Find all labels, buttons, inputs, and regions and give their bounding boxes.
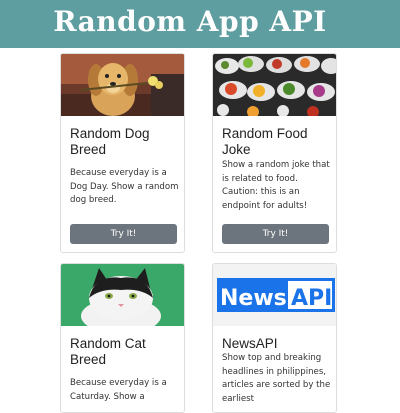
- card-title: NewsAPI: [222, 336, 278, 351]
- app-title: Random App API: [53, 5, 327, 38]
- card-description: Show top and breaking headlines in phili…: [222, 353, 331, 404]
- newsapi-logo-image: News API: [213, 264, 336, 326]
- card-random-dog: Random Dog Breed Because everyday is a D…: [60, 53, 185, 253]
- try-it-button[interactable]: Try It!: [222, 224, 329, 244]
- food-photo-image: [213, 54, 336, 116]
- dog-photo-image: [61, 54, 184, 116]
- card-title: Random Cat Breed: [70, 336, 146, 367]
- card-title: Random Dog Breed: [70, 126, 150, 157]
- card-random-cat: Random Cat Breed Because everyday is a C…: [60, 263, 185, 413]
- card-description: Because everyday is a Dog Day. Show a ra…: [70, 168, 179, 205]
- cat-photo-image: [61, 264, 184, 326]
- try-it-button[interactable]: Try It!: [70, 224, 177, 244]
- card-description: Show a random joke that is related to fo…: [222, 160, 330, 211]
- app-header: Random App API: [0, 0, 400, 48]
- card-random-food: Random Food Joke Show a random joke that…: [212, 53, 337, 253]
- card-title: Random Food Joke: [222, 126, 308, 157]
- newsapi-logo-right-text: API: [291, 286, 332, 311]
- newsapi-logo: News API: [213, 264, 336, 326]
- newsapi-logo-left-text: News: [220, 286, 287, 311]
- card-newsapi: News API NewsAPI Show top and breaking h…: [212, 263, 337, 413]
